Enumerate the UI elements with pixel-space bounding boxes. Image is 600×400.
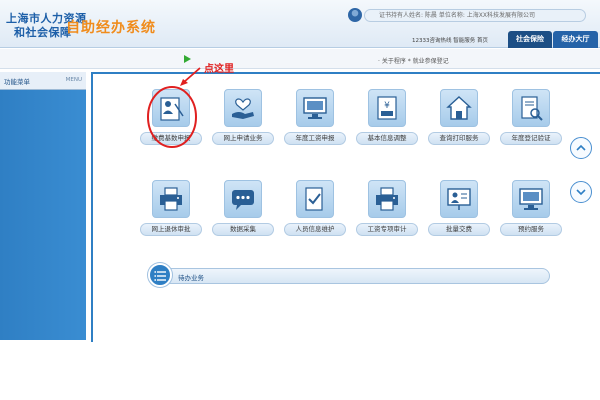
- edit-document-icon: [305, 187, 323, 211]
- svg-text:¥: ¥: [384, 101, 390, 111]
- notice-bar: [0, 49, 600, 69]
- service-tile[interactable]: [440, 89, 478, 127]
- sidebar: 功能菜单 MENU: [0, 72, 86, 340]
- logo-org-line2: 和社会保障: [14, 26, 72, 39]
- service-tile[interactable]: [512, 180, 550, 218]
- printer-icon: [160, 187, 182, 211]
- service-item[interactable]: ¥ 基本信息调整: [356, 89, 418, 157]
- service-label[interactable]: 年度工资申报: [284, 132, 346, 145]
- app-window: 上海市人力资源 和社会保障 自助经办系统 证书持有人姓名: 陈晨 单位名称: 上…: [0, 0, 600, 400]
- list-icon: [148, 263, 172, 287]
- system-title: 自助经办系统: [66, 20, 156, 36]
- service-tile[interactable]: [224, 180, 262, 218]
- service-item[interactable]: 网上申请业务: [212, 89, 274, 157]
- person-document-icon: [160, 97, 184, 121]
- presentation-icon: [447, 188, 471, 210]
- sidebar-header: 功能菜单 MENU: [0, 72, 86, 90]
- service-tile[interactable]: [368, 180, 406, 218]
- service-label[interactable]: 数据采集: [212, 223, 274, 236]
- annotation-label: 点这里: [204, 64, 234, 75]
- yen-book-icon: ¥: [377, 96, 397, 120]
- scroll-down-button[interactable]: [570, 181, 592, 203]
- service-item[interactable]: 人员信息维护: [284, 180, 346, 248]
- service-label[interactable]: 查询打印服务: [428, 132, 490, 145]
- service-tile[interactable]: [440, 180, 478, 218]
- service-tile[interactable]: [512, 89, 550, 127]
- chevron-up-icon: [576, 144, 586, 151]
- service-item[interactable]: 年度登记验证: [500, 89, 562, 157]
- service-item[interactable]: 预约服务: [500, 180, 562, 248]
- printer-icon: [376, 187, 398, 211]
- service-tile[interactable]: [296, 180, 334, 218]
- chat-bubble-icon: [232, 190, 254, 210]
- monitor-icon: [303, 97, 327, 119]
- document-search-icon: [521, 96, 543, 121]
- app-header: 上海市人力资源 和社会保障 自助经办系统 证书持有人姓名: 陈晨 单位名称: 上…: [0, 0, 600, 48]
- scroll-up-button[interactable]: [570, 137, 592, 159]
- service-item[interactable]: 缴费基数申报: [140, 89, 202, 157]
- service-item[interactable]: 批量交费: [428, 180, 490, 248]
- service-label[interactable]: 网上退休审批: [140, 223, 202, 236]
- service-label[interactable]: 网上申请业务: [212, 132, 274, 145]
- service-tile[interactable]: [152, 180, 190, 218]
- service-label[interactable]: 年度登记验证: [500, 132, 562, 145]
- pending-business-label: 待办业务: [178, 274, 204, 282]
- service-tile[interactable]: [152, 89, 190, 127]
- service-item[interactable]: 网上退休审批: [140, 180, 202, 248]
- tab-social-insurance[interactable]: 社会保险: [508, 31, 552, 48]
- tab-service-hall[interactable]: 经办大厅: [553, 31, 598, 48]
- sidebar-menu-label[interactable]: MENU: [66, 77, 82, 83]
- user-info-bar: 证书持有人姓名: 陈晨 单位名称: 上海XX科技发展有限公司: [364, 9, 586, 22]
- hand-heart-icon: [232, 98, 254, 119]
- service-label[interactable]: 人员信息维护: [284, 223, 346, 236]
- monitor-icon: [519, 188, 543, 210]
- service-label[interactable]: 批量交费: [428, 223, 490, 236]
- notice-text[interactable]: · 关于程序 * 就业参保登记: [378, 56, 449, 65]
- user-icon: [348, 8, 362, 22]
- chevron-down-icon: [576, 189, 586, 196]
- pending-business-bar[interactable]: [148, 268, 550, 284]
- service-item[interactable]: 年度工资申报: [284, 89, 346, 157]
- service-item[interactable]: 工资专项审计: [356, 180, 418, 248]
- house-icon: [446, 96, 472, 120]
- service-item[interactable]: 查询打印服务: [428, 89, 490, 157]
- service-label[interactable]: 预约服务: [500, 223, 562, 236]
- service-tile[interactable]: ¥: [368, 89, 406, 127]
- service-tile[interactable]: [296, 89, 334, 127]
- green-arrow-icon: [184, 55, 191, 63]
- service-label[interactable]: 缴费基数申报: [140, 132, 202, 145]
- service-label[interactable]: 基本信息调整: [356, 132, 418, 145]
- service-item[interactable]: 数据采集: [212, 180, 274, 248]
- header-links[interactable]: 12333咨询热线 智能服务 首页: [412, 36, 488, 44]
- service-label[interactable]: 工资专项审计: [356, 223, 418, 236]
- sidebar-title: 功能菜单: [4, 78, 30, 86]
- service-tile[interactable]: [224, 89, 262, 127]
